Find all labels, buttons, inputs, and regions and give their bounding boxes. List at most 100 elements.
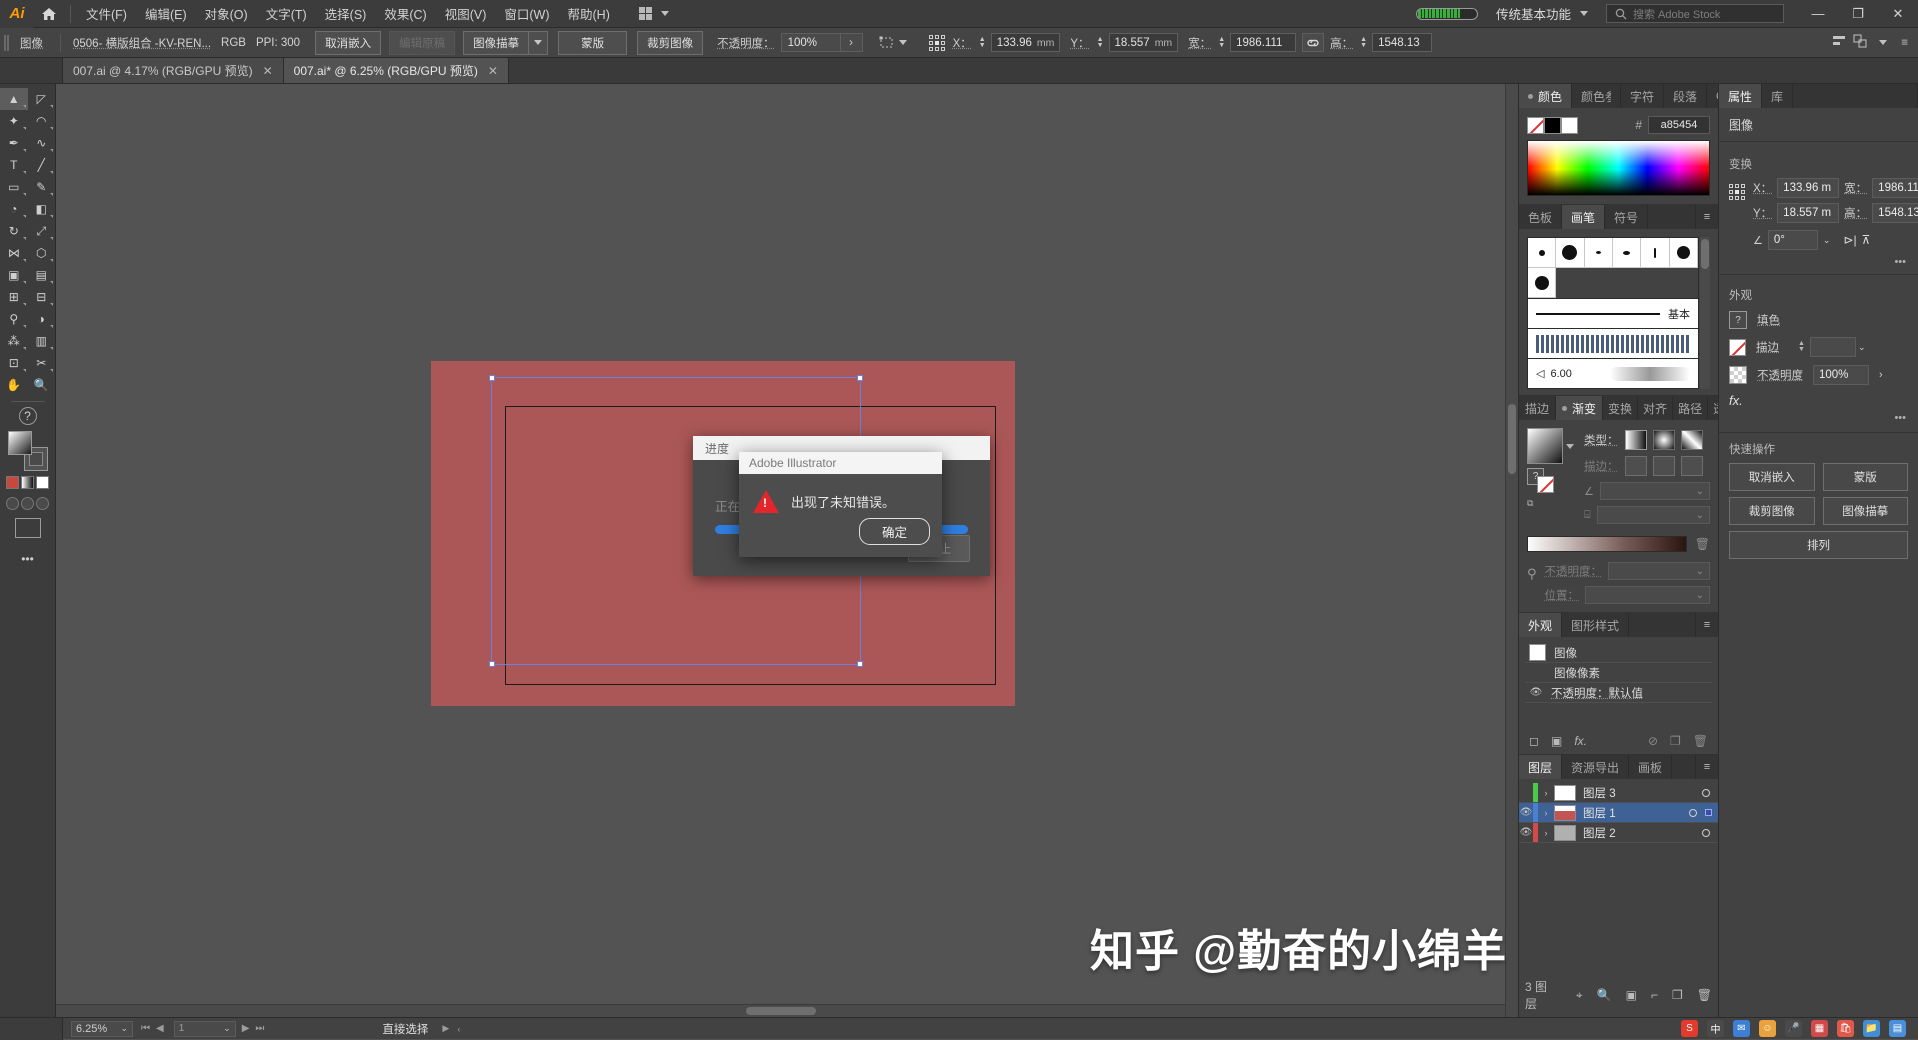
next-artboard-icon[interactable]: ▶ (242, 1023, 250, 1034)
image-trace-chevron-down-icon[interactable] (529, 30, 549, 55)
properties-fx-button[interactable]: fx. (1719, 389, 1918, 412)
tool-selection[interactable]: ▲ (0, 88, 28, 110)
width-input[interactable]: 1986.111 (1230, 33, 1297, 52)
stroke-weight-stepper-icon[interactable]: ▲ ▼ (1798, 340, 1805, 353)
tool-shaper[interactable]: ◔ (0, 198, 28, 220)
search-layers-icon[interactable]: 🔍 (1597, 988, 1612, 1002)
brush-item[interactable] (1613, 238, 1642, 268)
linked-file-name[interactable]: 0506- 横版组合 -KV-REN... (68, 35, 216, 51)
unembed-button[interactable]: 取消嵌入 (315, 30, 382, 55)
tool-hand[interactable]: ✋ (0, 374, 28, 396)
gradient-preview-swatch[interactable] (1527, 428, 1563, 464)
tool-help[interactable]: ? (18, 407, 37, 425)
tab-asset-export[interactable]: 资源导出 (1562, 755, 1630, 779)
y-stepper-icon[interactable]: ▲ ▼ (1097, 36, 1104, 49)
tray-folder-icon[interactable]: 📁 (1863, 1020, 1880, 1037)
tool-slice[interactable]: ✂ (28, 352, 56, 374)
tab-swatches[interactable]: 色板 (1519, 205, 1563, 229)
align-icon[interactable] (1832, 34, 1847, 51)
zoom-chevron-down-icon[interactable]: ⌄ (120, 1023, 128, 1034)
tray-emoji-icon[interactable]: ☺ (1759, 1020, 1776, 1037)
draw-behind-icon[interactable] (21, 497, 34, 510)
y-input[interactable]: 18.557 mm (1108, 33, 1179, 52)
image-trace-split-button[interactable]: 图像描摹 (463, 30, 549, 55)
properties-width-input[interactable]: 1986.111 (1872, 178, 1918, 198)
brush-pattern-row[interactable] (1527, 329, 1699, 359)
layer-visibility-icon[interactable]: 👁 (1519, 807, 1533, 818)
layers-panel-menu-icon[interactable]: ≡ (1696, 755, 1718, 779)
tab-align[interactable]: 对齐 (1638, 396, 1674, 420)
quick-image-trace-button[interactable]: 图像描摹 (1822, 497, 1908, 525)
properties-stroke-weight-input[interactable] (1809, 337, 1856, 357)
tab-character[interactable]: 字符 (1621, 84, 1665, 108)
appearance-row-image-pixels[interactable]: 图像像素 (1525, 663, 1712, 683)
brush-item[interactable] (1556, 238, 1585, 268)
height-input[interactable]: 1548.13 (1372, 33, 1433, 52)
gradient-swatch-button[interactable] (21, 476, 34, 489)
draw-normal-icon[interactable] (6, 497, 19, 510)
brush-item[interactable] (1641, 238, 1670, 268)
delete-gradient-stop-icon[interactable]: 🗑 (1695, 537, 1710, 551)
layer-expand-icon[interactable]: › (1538, 808, 1554, 818)
fill-swatch[interactable] (7, 431, 32, 455)
height-control[interactable]: 高： ▲ ▼ 1548.13 (1330, 33, 1433, 52)
delete-item-icon[interactable]: 🗑 (1693, 734, 1708, 748)
tool-direct-selection[interactable]: ◸ (28, 88, 56, 110)
layer-name[interactable]: 图层 2 (1583, 825, 1702, 841)
tray-sogou-icon[interactable]: S (1681, 1020, 1698, 1037)
properties-opacity-input[interactable]: 100% (1813, 365, 1869, 385)
brush-item[interactable] (1669, 238, 1698, 268)
layer-expand-icon[interactable]: › (1538, 788, 1554, 798)
stroke-chevron-down-icon[interactable]: ⌄ (1858, 342, 1866, 353)
quick-crop-image-button[interactable]: 裁剪图像 (1729, 497, 1815, 525)
tool-magic-wand[interactable]: ✦ (0, 110, 28, 132)
tool-pen[interactable]: ✒ (0, 132, 28, 154)
tool-eyedropper[interactable]: ⚲ (0, 308, 28, 330)
menu-view[interactable]: 视图(V) (436, 0, 496, 28)
tool-blend[interactable]: ◑ (28, 308, 56, 330)
locate-object-icon[interactable]: ⌖ (1576, 988, 1583, 1003)
zoom-level-value[interactable]: 6.25% (76, 1023, 107, 1035)
hex-input[interactable]: a85454 (1648, 116, 1710, 134)
reference-point-selector[interactable] (928, 34, 945, 51)
home-icon[interactable] (34, 0, 64, 28)
tool-scale[interactable]: ⤢ (28, 220, 56, 242)
transform-flyout-button[interactable] (879, 36, 907, 50)
quick-unembed-button[interactable]: 取消嵌入 (1729, 463, 1815, 491)
add-new-stroke-icon[interactable]: ◻ (1529, 734, 1539, 748)
mask-button[interactable]: 蒙版 (558, 30, 628, 55)
menu-select[interactable]: 选择(S) (316, 0, 376, 28)
layer-expand-icon[interactable]: › (1538, 828, 1554, 838)
artboard-number-input[interactable]: 1 ⌄ (173, 1020, 236, 1037)
x-position-control[interactable]: X： ▲ ▼ 133.96 mm (953, 33, 1061, 52)
properties-angle-input[interactable]: 0° (1767, 230, 1818, 250)
tool-rotate[interactable]: ↻ (0, 220, 28, 242)
tab-libraries[interactable]: 库 (1762, 84, 1794, 108)
document-tab-1[interactable]: 007.ai @ 4.17% (RGB/GPU 预览) ✕ (63, 58, 284, 83)
tab-color-guide[interactable]: 颜色参考 (1572, 84, 1622, 108)
brush-bristle-row[interactable]: ◁ 6.00 (1527, 359, 1699, 389)
radial-gradient-button[interactable] (1652, 430, 1675, 450)
x-input[interactable]: 133.96 mm (990, 33, 1061, 52)
brush-item[interactable] (1584, 238, 1613, 268)
height-stepper-icon[interactable]: ▲ ▼ (1360, 36, 1367, 49)
menu-type[interactable]: 文字(T) (257, 0, 316, 28)
tool-paintbrush[interactable]: ✎ (28, 176, 56, 198)
properties-fill-swatch[interactable]: ? (1729, 311, 1747, 329)
duplicate-item-icon[interactable]: ❐ (1670, 734, 1681, 748)
layer-target-icon[interactable] (1702, 828, 1710, 837)
tab-transform[interactable]: 变换 (1603, 396, 1639, 420)
tab-paragraph[interactable]: 段落 (1664, 84, 1708, 108)
tool-mesh[interactable]: ⊟ (28, 286, 56, 308)
tab-layers[interactable]: 图层 (1519, 755, 1563, 779)
brush-item[interactable] (1528, 268, 1557, 298)
tab-appearance[interactable]: 外观 (1519, 613, 1563, 637)
status-next-icon[interactable]: ▶ (442, 1023, 449, 1034)
close-button[interactable]: ✕ (1878, 0, 1918, 28)
none-color-swatch[interactable] (1527, 116, 1544, 134)
tool-width[interactable]: ⋈ (0, 242, 28, 264)
appearance-row-opacity[interactable]: 👁 不透明度：默认值 (1525, 683, 1712, 703)
make-clipping-mask-icon[interactable]: ▣ (1626, 988, 1637, 1002)
control-bar-chevron-down-icon[interactable] (1879, 40, 1888, 45)
constrain-proportions-icon[interactable] (1302, 33, 1325, 52)
